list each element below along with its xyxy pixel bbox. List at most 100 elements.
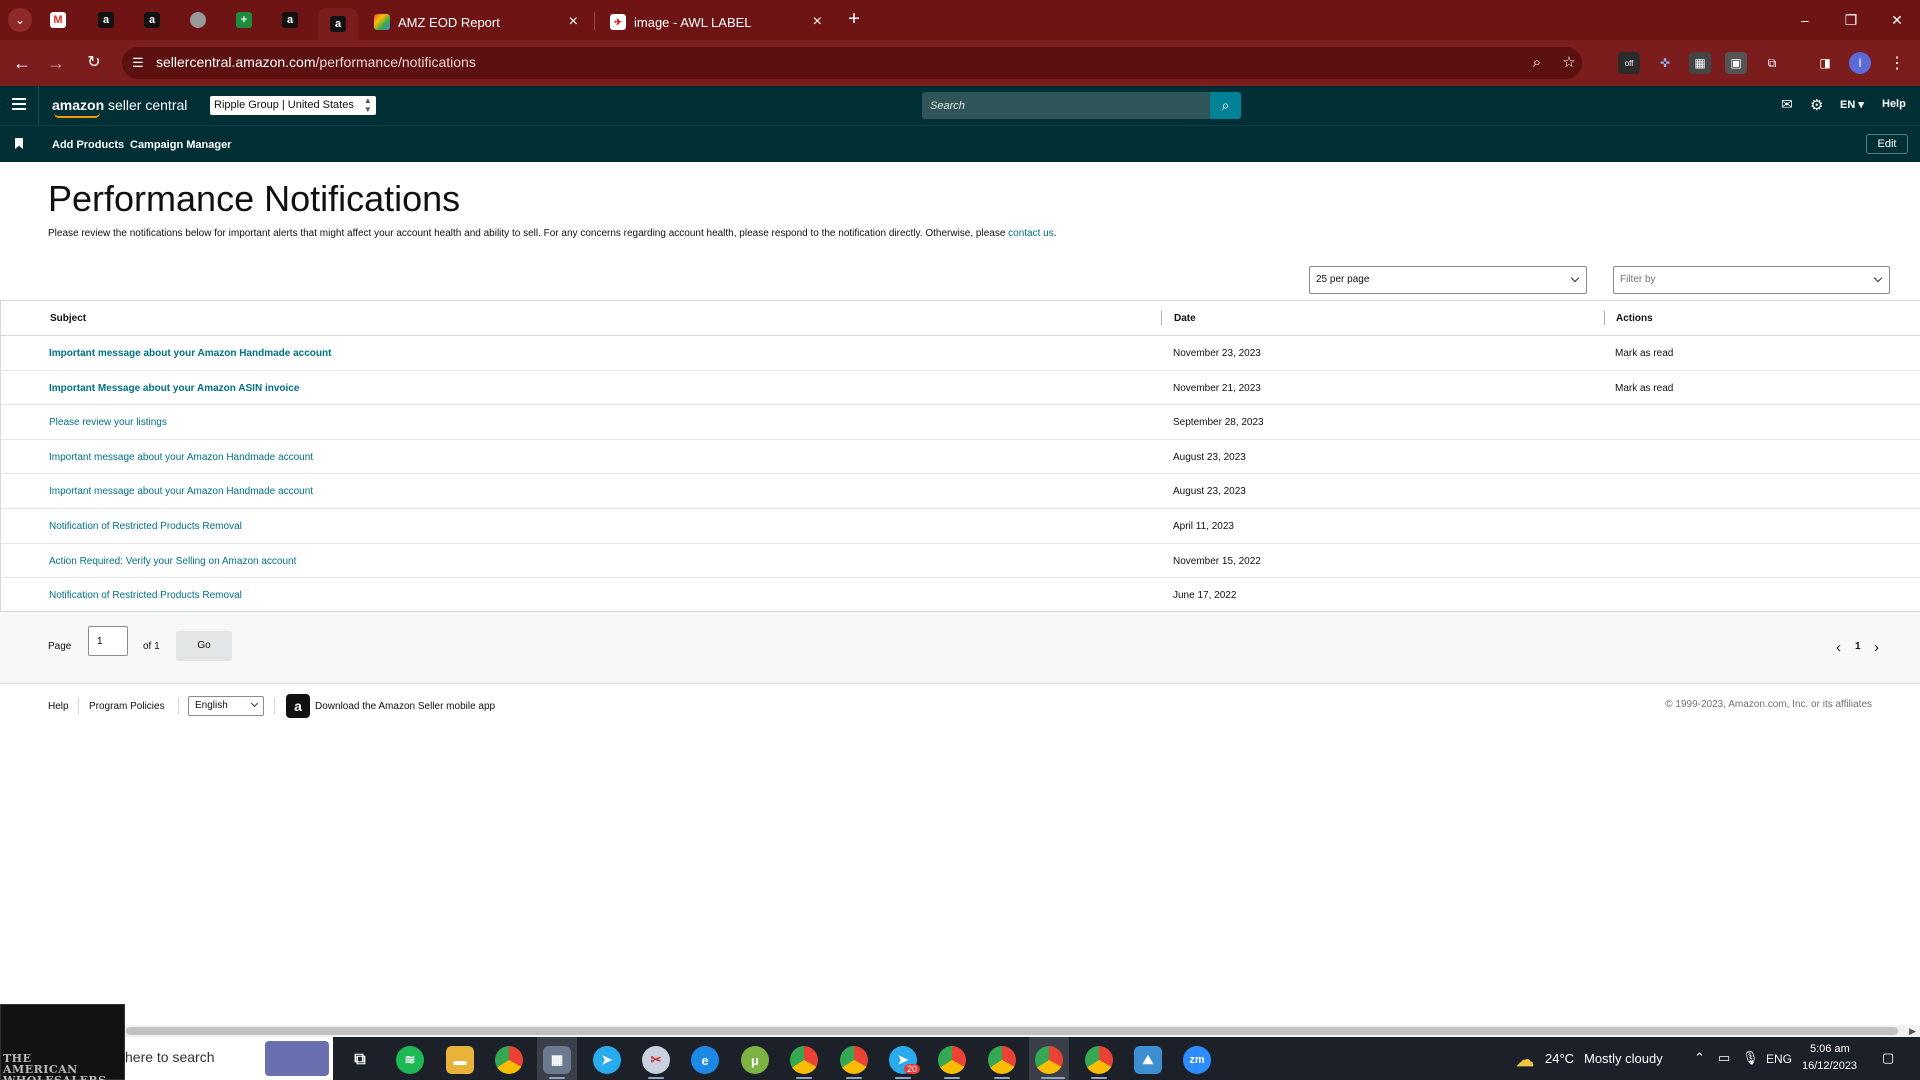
add-products-link[interactable]: Add Products bbox=[52, 139, 124, 151]
spotify-icon[interactable]: ≋ bbox=[396, 1046, 424, 1074]
weather-description[interactable]: Mostly cloudy bbox=[1584, 1051, 1663, 1066]
chrome-profile-icon[interactable] bbox=[938, 1046, 966, 1074]
telegram-icon[interactable]: ➤ bbox=[593, 1046, 621, 1074]
weather-temperature[interactable]: 24°C bbox=[1545, 1051, 1574, 1066]
weather-icon[interactable]: ☁ bbox=[1511, 1046, 1539, 1074]
chevron-up-icon[interactable]: ⌃ bbox=[1694, 1050, 1705, 1066]
campaign-manager-link[interactable]: Campaign Manager bbox=[130, 139, 231, 151]
bookmark-star-icon[interactable]: ☆ bbox=[1560, 54, 1578, 72]
close-tab-icon[interactable]: × bbox=[569, 13, 578, 31]
side-panel-icon[interactable]: ◨ bbox=[1814, 52, 1836, 74]
previous-page-icon[interactable]: ‹ bbox=[1836, 639, 1841, 656]
extension-off-icon[interactable]: off bbox=[1618, 52, 1640, 74]
search-button[interactable]: ⌕ bbox=[1210, 92, 1241, 119]
column-header-date[interactable]: Date bbox=[1174, 313, 1196, 324]
amazon-app-icon[interactable]: a bbox=[286, 694, 310, 718]
mark-as-read-link[interactable]: Mark as read bbox=[1615, 383, 1673, 394]
notification-subject-link[interactable]: Important message about your Amazon Hand… bbox=[49, 348, 331, 359]
extensions-puzzle-icon[interactable]: ⧉ bbox=[1761, 52, 1783, 74]
help-link[interactable]: Help bbox=[1882, 98, 1906, 110]
edge-icon[interactable]: e bbox=[691, 1046, 719, 1074]
calculator-icon[interactable]: ▦ bbox=[543, 1046, 571, 1074]
profile-avatar[interactable]: I bbox=[1849, 52, 1871, 74]
wholesaler-logo-thumbnail[interactable]: THEAMERICANWHOLESALERS bbox=[0, 1004, 125, 1080]
taskbar-search[interactable]: here to search bbox=[125, 1037, 333, 1080]
pinned-tab-amazon-active[interactable]: a bbox=[318, 8, 358, 40]
pinned-tab-sheets[interactable]: + bbox=[230, 8, 258, 32]
browser-menu-icon[interactable]: ⋮ bbox=[1886, 52, 1908, 74]
tab-amz-eod-report[interactable]: AMZ EOD Report × bbox=[362, 4, 590, 40]
forward-arrow-icon[interactable]: → bbox=[44, 51, 68, 75]
pinned-tab-amazon-2[interactable]: a bbox=[138, 8, 166, 32]
notification-subject-link[interactable]: Important message about your Amazon Hand… bbox=[49, 486, 313, 497]
file-explorer-icon[interactable]: ▬ bbox=[446, 1046, 474, 1074]
next-page-icon[interactable]: › bbox=[1874, 639, 1879, 656]
mail-icon[interactable]: ✉ bbox=[1781, 96, 1793, 113]
chrome-profile-icon[interactable] bbox=[790, 1046, 818, 1074]
chrome-profile-icon[interactable] bbox=[840, 1046, 868, 1074]
account-switcher[interactable]: Ripple Group | United States ▲ ▼ bbox=[210, 96, 376, 115]
address-bar[interactable]: ☰ sellercentral.amazon.com/performance/n… bbox=[122, 47, 1582, 79]
column-resizer[interactable] bbox=[1604, 311, 1605, 325]
zoom-icon[interactable]: ⌕ bbox=[1528, 54, 1546, 72]
pinned-tab-generic[interactable] bbox=[184, 8, 212, 32]
column-header-actions[interactable]: Actions bbox=[1616, 313, 1653, 324]
photos-icon[interactable]: ⛰ bbox=[1134, 1046, 1162, 1074]
extension-puzzle-blue-icon[interactable]: ✜ bbox=[1654, 52, 1676, 74]
zoom-app-icon[interactable]: zm bbox=[1183, 1046, 1211, 1074]
new-tab-button[interactable]: + bbox=[842, 8, 866, 32]
chrome-active-icon[interactable] bbox=[1035, 1046, 1063, 1074]
pinned-tab-amazon-1[interactable]: a bbox=[92, 8, 120, 32]
restore-button[interactable]: ❐ bbox=[1828, 6, 1874, 34]
input-language[interactable]: ENG bbox=[1766, 1052, 1792, 1066]
chrome-icon[interactable] bbox=[495, 1046, 523, 1074]
utorrent-icon[interactable]: μ bbox=[741, 1046, 769, 1074]
notification-subject-link[interactable]: Notification of Restricted Products Remo… bbox=[49, 521, 242, 532]
tab-search-chevron-icon[interactable]: ⌄ bbox=[8, 8, 32, 32]
column-resizer[interactable] bbox=[1161, 311, 1162, 325]
chrome-profile-icon[interactable] bbox=[988, 1046, 1016, 1074]
footer-language-select[interactable]: English bbox=[188, 696, 264, 716]
horizontal-scrollbar[interactable]: ▶ bbox=[0, 1025, 1920, 1037]
chrome-profile-icon[interactable] bbox=[1085, 1046, 1113, 1074]
notification-subject-link[interactable]: Action Required: Verify your Selling on … bbox=[49, 556, 296, 567]
pinned-tab-amazon-3[interactable]: a bbox=[276, 8, 304, 32]
microphone-icon[interactable]: 🎙 bbox=[1742, 1050, 1759, 1066]
extension-grid-icon[interactable]: ▣ bbox=[1725, 52, 1747, 74]
notification-subject-link[interactable]: Please review your listings bbox=[49, 417, 167, 428]
extension-image-icon[interactable]: ▦ bbox=[1689, 52, 1711, 74]
search-input[interactable] bbox=[922, 92, 1212, 119]
scroll-right-icon[interactable]: ▶ bbox=[1909, 1025, 1916, 1037]
bookmark-icon[interactable] bbox=[15, 138, 23, 149]
back-arrow-icon[interactable]: ← bbox=[10, 51, 34, 75]
clock-date[interactable]: 16/12/2023 bbox=[1802, 1060, 1857, 1072]
contact-us-link[interactable]: contact us bbox=[1008, 228, 1054, 239]
filter-select[interactable]: Filter by bbox=[1613, 266, 1890, 294]
gear-icon[interactable]: ⚙ bbox=[1810, 96, 1823, 114]
notification-subject-link[interactable]: Important Message about your Amazon ASIN… bbox=[49, 383, 299, 394]
footer-help-link[interactable]: Help bbox=[48, 701, 69, 712]
notification-subject-link[interactable]: Important message about your Amazon Hand… bbox=[49, 452, 313, 463]
current-page[interactable]: 1 bbox=[1855, 641, 1861, 652]
column-header-subject[interactable]: Subject bbox=[50, 313, 86, 324]
close-window-button[interactable]: ✕ bbox=[1874, 6, 1920, 34]
scrollbar-thumb[interactable] bbox=[126, 1027, 1898, 1035]
edit-bookmarks-button[interactable]: Edit bbox=[1866, 134, 1908, 154]
notification-center-icon[interactable]: ▢ bbox=[1882, 1050, 1894, 1066]
per-page-select[interactable]: 25 per page bbox=[1309, 266, 1587, 294]
site-info-icon[interactable]: ☰ bbox=[132, 55, 148, 71]
tab-awl-label[interactable]: ✈ image - AWL LABEL × bbox=[598, 4, 834, 40]
page-number-input[interactable] bbox=[88, 626, 128, 656]
pinned-tab-gmail[interactable]: M bbox=[44, 8, 72, 32]
url-text[interactable]: sellercentral.amazon.com/performance/not… bbox=[156, 54, 476, 70]
snipping-tool-icon[interactable]: ✂ bbox=[642, 1046, 670, 1074]
reload-icon[interactable]: ↻ bbox=[82, 51, 106, 75]
minimize-button[interactable]: – bbox=[1782, 6, 1828, 34]
close-tab-icon[interactable]: × bbox=[813, 13, 822, 31]
go-button[interactable]: Go bbox=[176, 631, 232, 661]
language-menu[interactable]: EN ▾ bbox=[1840, 98, 1864, 111]
program-policies-link[interactable]: Program Policies bbox=[89, 701, 165, 712]
meet-now-icon[interactable]: ▭ bbox=[1718, 1050, 1730, 1066]
download-app-link[interactable]: Download the Amazon Seller mobile app bbox=[315, 701, 495, 712]
mark-as-read-link[interactable]: Mark as read bbox=[1615, 348, 1673, 359]
